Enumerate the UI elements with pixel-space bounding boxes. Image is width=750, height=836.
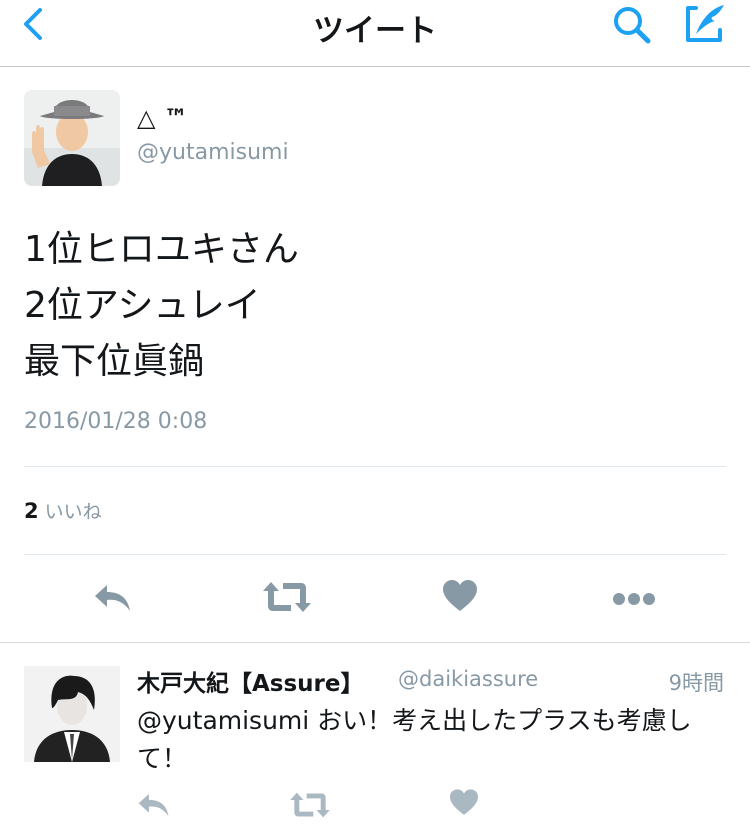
reply-display-name[interactable]: 木戸大紀【Assure】 [137, 664, 364, 698]
likes-count: 2 [24, 499, 39, 523]
reply-text: @yutamisumi おい！考え出したプラスも考慮して！ [137, 706, 692, 773]
divider [0, 642, 750, 643]
like-heart-icon[interactable] [443, 580, 477, 616]
reply-action-retweet-icon[interactable] [290, 791, 330, 823]
display-name[interactable]: △ ™ [137, 104, 188, 132]
likes-label: いいね [44, 501, 102, 523]
tweet-line-2: 2位アシュレイ [24, 285, 261, 326]
tweet-text: 1位ヒロユキさん 2位アシュレイ 最下位眞鍋 [24, 222, 299, 390]
reply-username[interactable]: @daikiassure [398, 667, 538, 691]
avatar[interactable] [24, 90, 120, 186]
tweet-line-3: 最下位眞鍋 [24, 341, 205, 382]
username[interactable]: @yutamisumi [137, 140, 289, 165]
reply-icon[interactable] [93, 582, 133, 618]
compose-tweet-icon[interactable] [682, 2, 728, 44]
divider [24, 466, 726, 467]
reply-avatar[interactable] [24, 666, 120, 762]
tweet-line-1: 1位ヒロユキさん [24, 229, 299, 270]
likes-stat[interactable]: 2 いいね [24, 497, 102, 524]
reply-time: 9時間 [668, 671, 724, 695]
reply-action-reply-icon[interactable] [137, 791, 171, 823]
more-dots-icon[interactable] [612, 591, 656, 610]
divider [24, 554, 726, 555]
retweet-icon[interactable] [263, 580, 311, 618]
nav-bar: ツイート [0, 0, 750, 67]
search-icon[interactable] [610, 4, 654, 44]
tweet-timestamp: 2016/01/28 0:08 [24, 409, 208, 434]
reply-action-like-icon[interactable] [450, 789, 478, 820]
